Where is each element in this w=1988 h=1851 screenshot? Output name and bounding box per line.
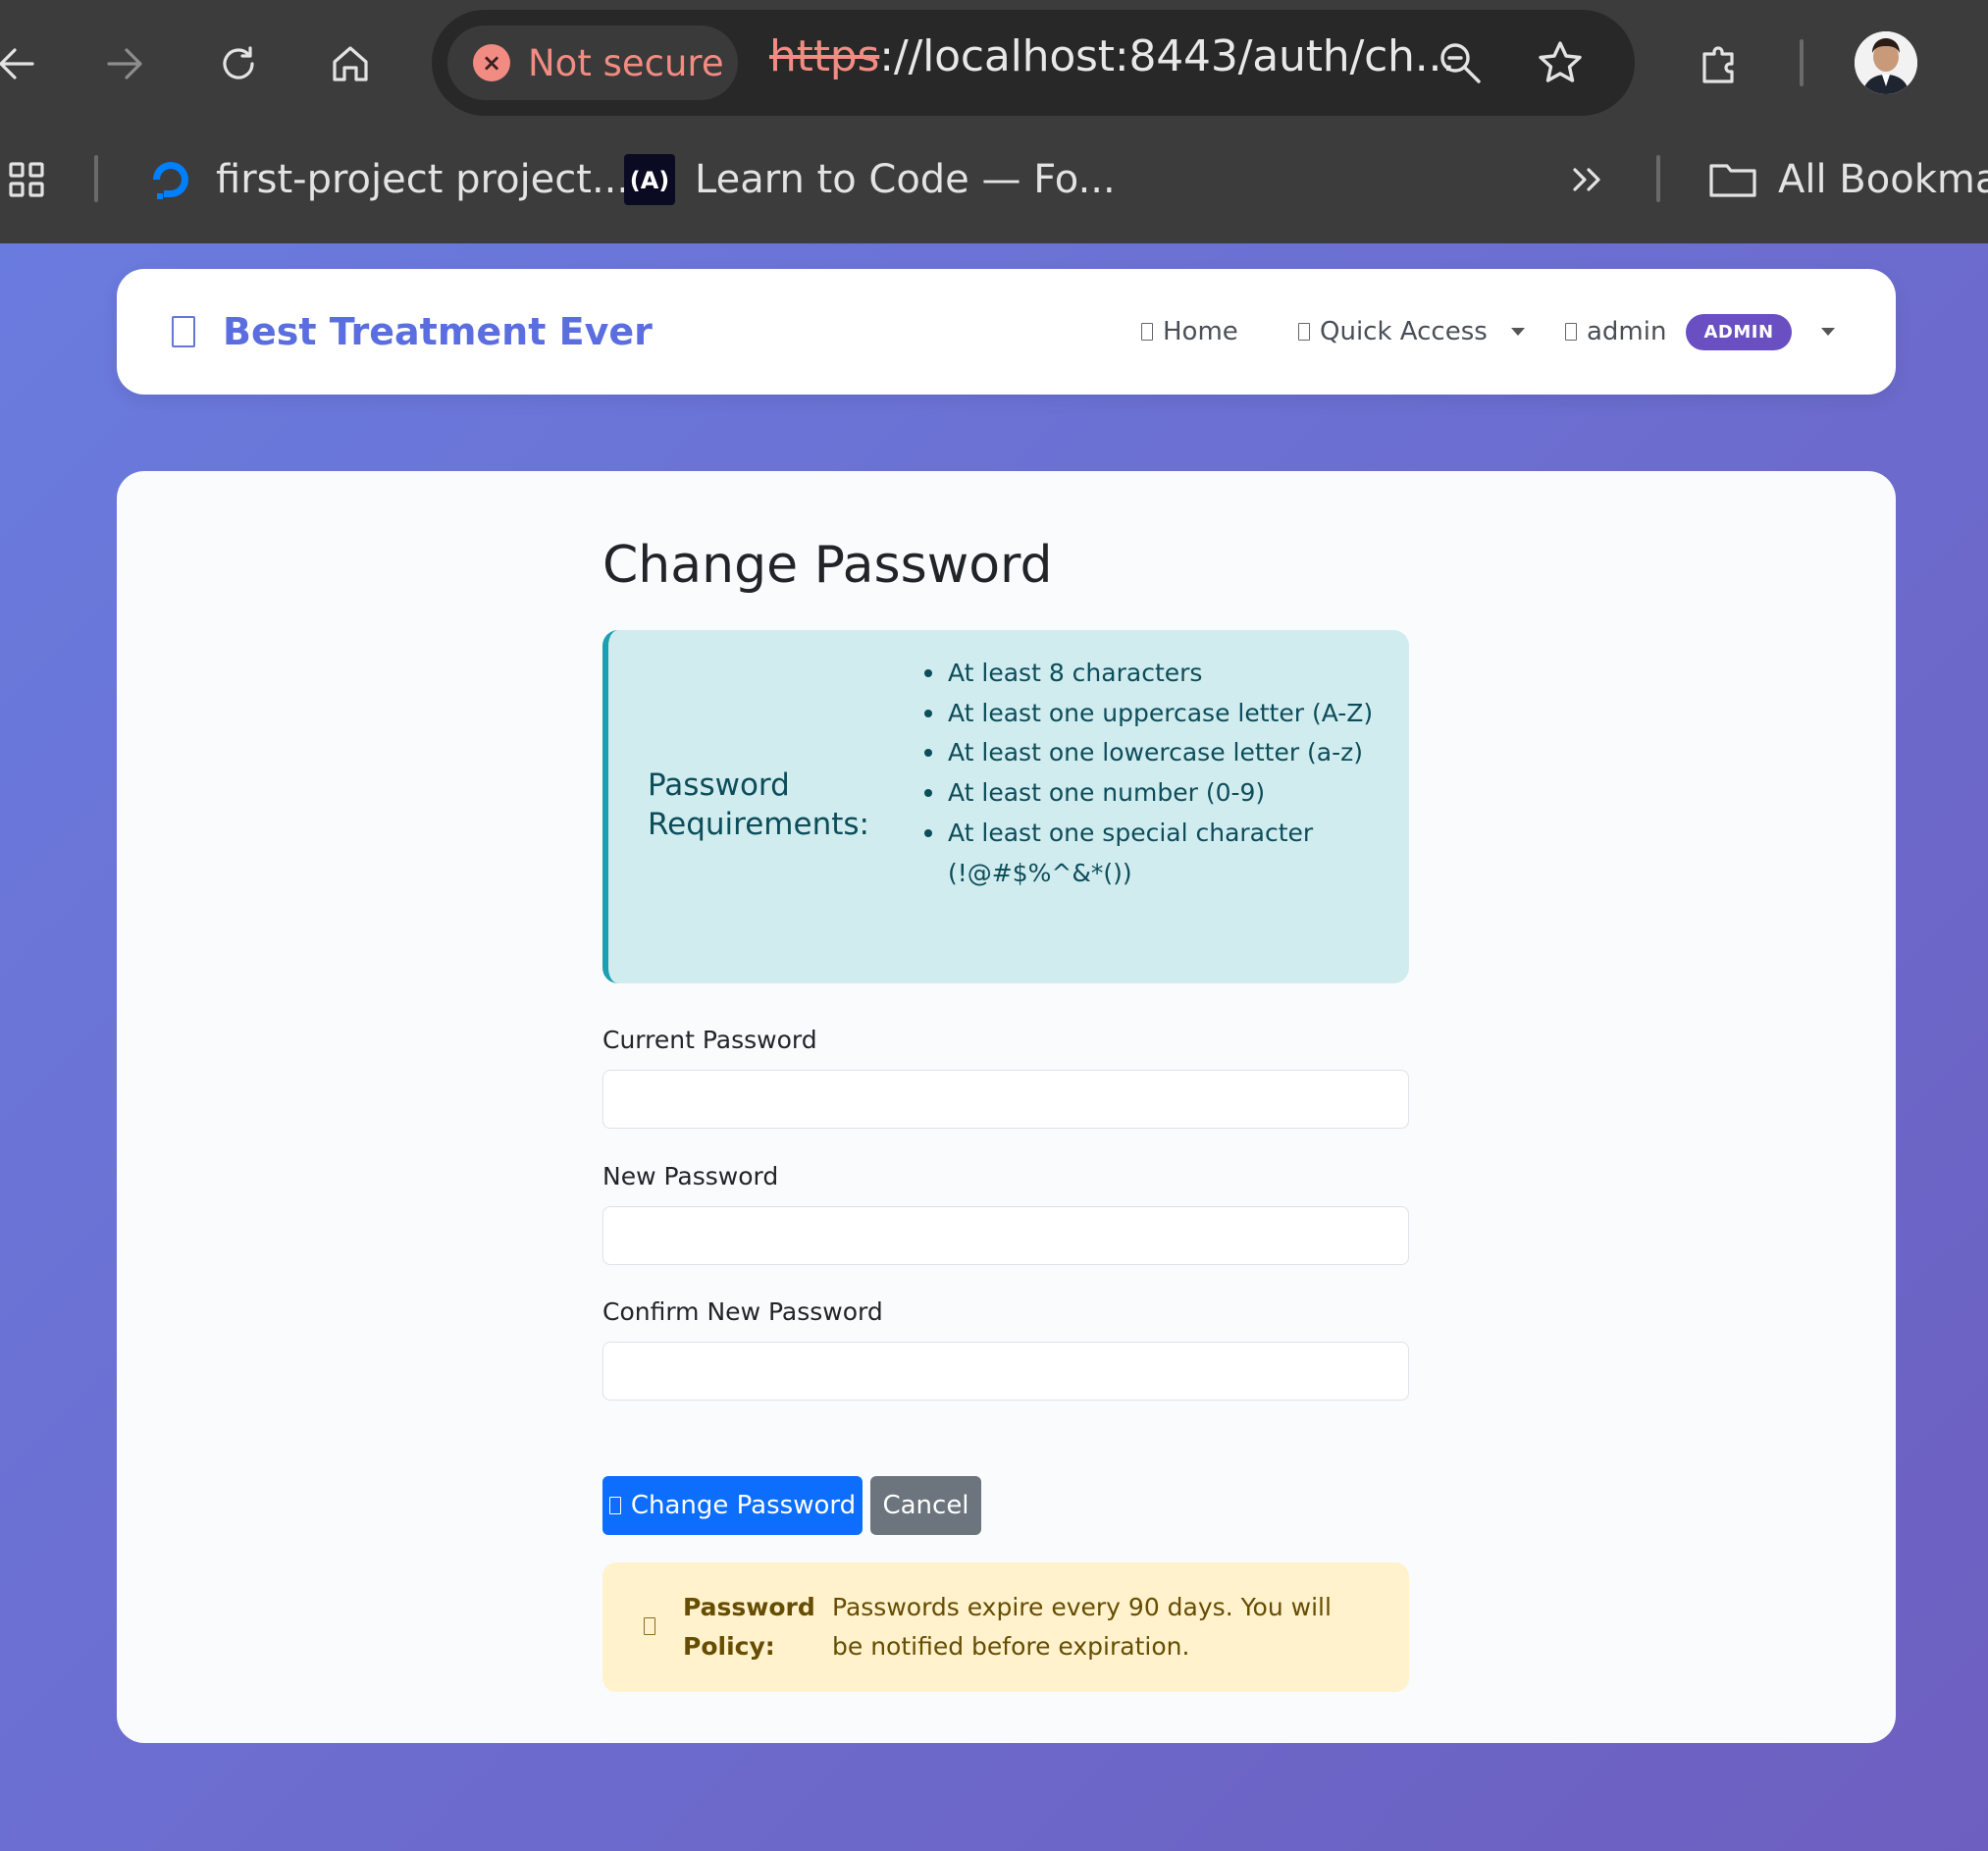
nav-home-label: Home xyxy=(1163,317,1238,346)
top-navbar: Best Treatment Ever Home Quick Access ad… xyxy=(117,269,1896,395)
folder-icon xyxy=(1707,154,1758,205)
chevron-down-icon xyxy=(1820,328,1835,336)
bookmarks-divider xyxy=(1656,155,1660,202)
apps-grid-icon[interactable] xyxy=(0,145,61,214)
requirement-item: At least one special character (!@#$%^&*… xyxy=(924,814,1380,893)
brand-link[interactable]: Best Treatment Ever xyxy=(172,269,653,395)
nav-quick-access-dropdown[interactable]: Quick Access xyxy=(1298,269,1525,395)
extensions-icon[interactable] xyxy=(1684,29,1753,98)
info-icon xyxy=(644,1617,655,1635)
home-icon[interactable] xyxy=(316,29,385,98)
cancel-button-label: Cancel xyxy=(882,1491,969,1520)
address-bar[interactable]: × Not secure https://localhost:8443/auth… xyxy=(432,10,1635,116)
requirements-list: At least 8 characters At least one upper… xyxy=(924,654,1380,893)
reload-icon[interactable] xyxy=(204,29,273,98)
requirement-item: At least 8 characters xyxy=(924,654,1380,694)
forward-arrow-icon[interactable] xyxy=(90,29,159,98)
new-password-input[interactable] xyxy=(602,1206,1409,1265)
freecodecamp-icon: (A) xyxy=(624,154,675,205)
confirm-password-input[interactable] xyxy=(602,1342,1409,1401)
url-text[interactable]: https://localhost:8443/auth/ch... xyxy=(769,31,1455,81)
all-bookmarks-label: All Bookmar xyxy=(1778,157,1988,202)
toolbar-divider xyxy=(1800,39,1804,86)
security-indicator[interactable]: × Not secure xyxy=(447,26,738,100)
nav-quick-access-label: Quick Access xyxy=(1320,317,1488,346)
change-password-button[interactable]: Change Password xyxy=(602,1476,863,1535)
bookmark-learn-to-code[interactable]: (A) Learn to Code — Fo... xyxy=(624,145,1116,214)
back-arrow-icon[interactable] xyxy=(0,29,51,98)
page-title: Change Password xyxy=(602,536,1053,595)
bookmark-label: Learn to Code — Fo... xyxy=(695,157,1116,202)
password-requirements-alert: Password Requirements: At least 8 charac… xyxy=(602,630,1409,983)
user-icon xyxy=(1565,323,1577,341)
not-secure-icon: × xyxy=(473,44,510,81)
security-label: Not secure xyxy=(528,41,724,84)
bookmarks-divider xyxy=(94,155,98,202)
requirement-item: At least one number (0-9) xyxy=(924,773,1380,814)
brand-name: Best Treatment Ever xyxy=(223,310,653,353)
quick-access-icon xyxy=(1298,323,1310,341)
page-body: Best Treatment Ever Home Quick Access ad… xyxy=(0,243,1988,1851)
change-password-card: Change Password Password Requirements: A… xyxy=(117,471,1896,1743)
current-password-label: Current Password xyxy=(602,1026,817,1054)
policy-label: Password Policy: xyxy=(683,1593,815,1661)
nav-user-label: admin xyxy=(1587,317,1667,346)
profile-avatar[interactable] xyxy=(1855,31,1917,94)
chevron-down-icon xyxy=(1510,328,1525,336)
new-password-label: New Password xyxy=(602,1162,779,1190)
current-password-input[interactable] xyxy=(602,1070,1409,1129)
home-icon xyxy=(1141,323,1153,341)
nav-home[interactable]: Home xyxy=(1141,269,1238,395)
confirm-password-label: Confirm New Password xyxy=(602,1297,883,1326)
password-policy-alert: Password Policy: Passwords expire every … xyxy=(602,1562,1409,1692)
chevron-double-right-icon[interactable] xyxy=(1552,145,1621,214)
bookmark-star-icon[interactable] xyxy=(1527,29,1594,96)
all-bookmarks-button[interactable]: All Bookmar xyxy=(1707,145,1988,214)
cancel-button[interactable]: Cancel xyxy=(870,1476,981,1535)
bookmark-first-project[interactable]: first-project project... xyxy=(145,145,629,214)
digitalocean-icon xyxy=(145,154,196,205)
requirement-item: At least one lowercase letter (a-z) xyxy=(924,733,1380,773)
key-icon xyxy=(608,1497,621,1514)
policy-text: Passwords expire every 90 days. You will… xyxy=(832,1593,1332,1661)
requirement-item: At least one uppercase letter (A-Z) xyxy=(924,694,1380,734)
svg-text:(A): (A) xyxy=(630,167,670,194)
nav-user-dropdown[interactable]: admin ADMIN xyxy=(1565,269,1835,395)
bookmark-label: first-project project... xyxy=(216,157,630,202)
browser-chrome: × Not secure https://localhost:8443/auth… xyxy=(0,0,1988,243)
role-badge: ADMIN xyxy=(1686,313,1792,350)
brand-icon xyxy=(172,316,195,347)
change-password-button-label: Change Password xyxy=(630,1491,857,1520)
zoom-icon[interactable] xyxy=(1427,29,1493,96)
requirements-title: Password Requirements: xyxy=(648,767,869,842)
